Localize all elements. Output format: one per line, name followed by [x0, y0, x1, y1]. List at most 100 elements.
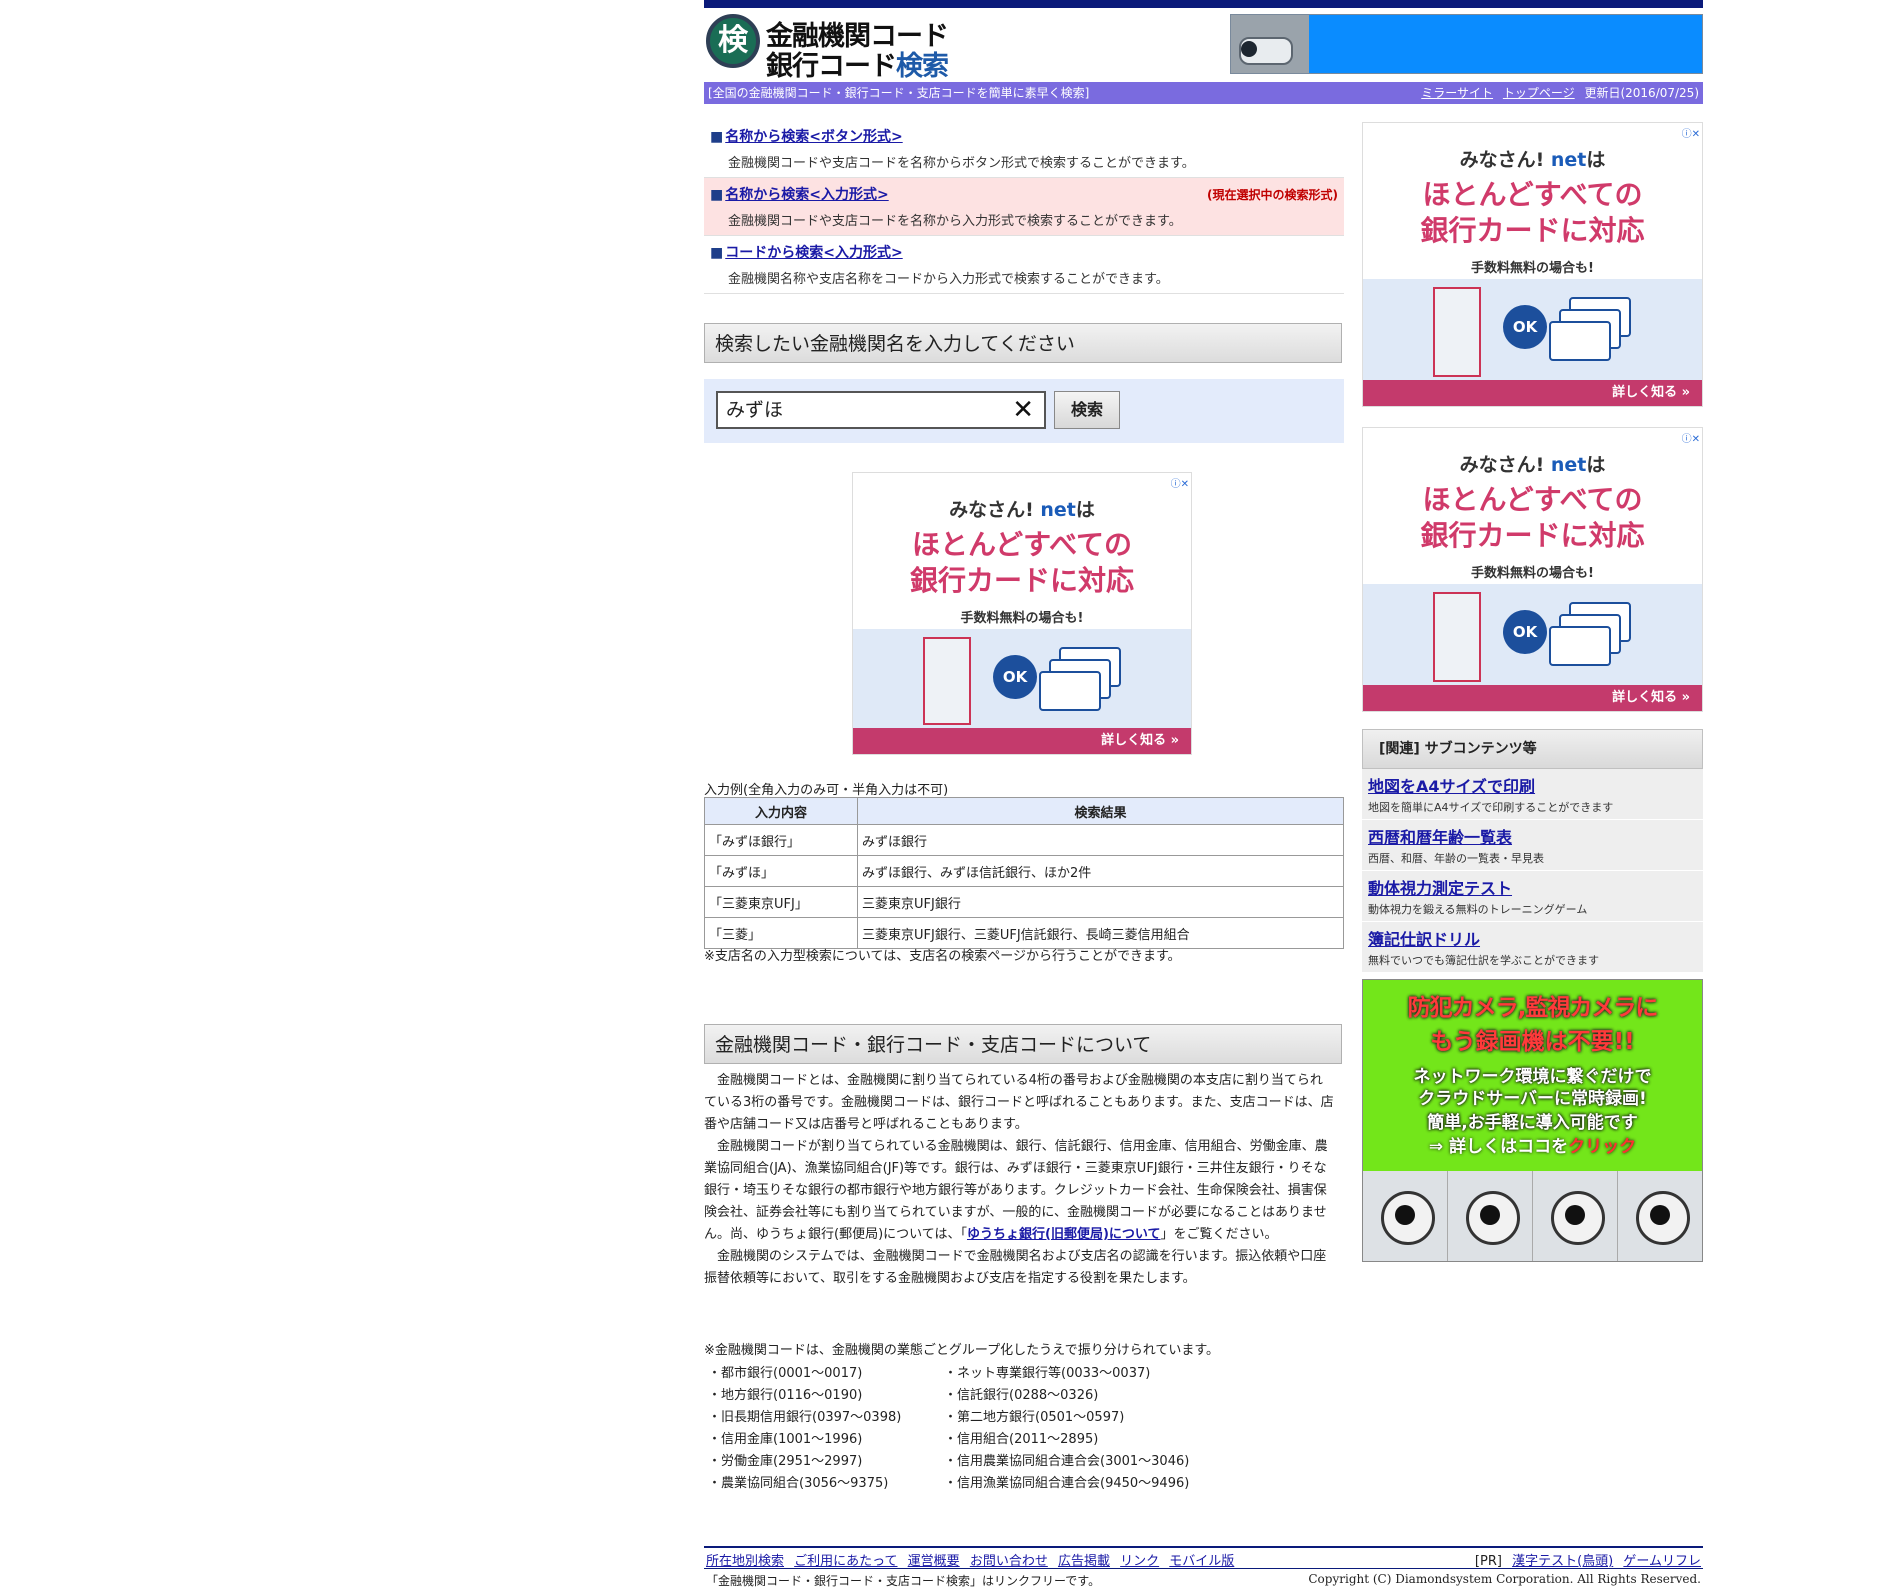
- list-item: ・労働金庫(2951〜2997): [708, 1454, 863, 1469]
- list-item: ・農業協同組合(3056〜9375): [708, 1476, 889, 1491]
- enet-ad-side-2[interactable]: ⓘ✕ みなさん! netは ほとんどすべての 銀行カードに対応 手数料無料の場合…: [1362, 427, 1703, 712]
- list-item: ・信託銀行(0288〜0326): [944, 1388, 1099, 1403]
- ad-cta[interactable]: 詳しく知る »: [1363, 380, 1702, 406]
- mode-desc: 金融機関コードや支店コードを名称から入力形式で検索することができます。: [728, 214, 1182, 229]
- camera-ad-headline2: もう録画機は不要!!: [1430, 1029, 1635, 1055]
- related-link-age[interactable]: 西暦和暦年齢一覧表: [1368, 828, 1512, 847]
- about-heading: 金融機関コード・銀行コード・支店コードについて: [704, 1024, 1342, 1064]
- camera-ad-click[interactable]: ⇒ 詳しくはココをクリック: [1363, 1132, 1702, 1157]
- logo-search-icon: 検: [706, 14, 760, 68]
- camera-photo: [1448, 1171, 1533, 1261]
- ad-small: 手数料無料の場合も!: [960, 611, 1084, 626]
- table-cell: 「みずほ銀行」: [704, 824, 858, 856]
- list-item: 西暦和暦年齢一覧表 西暦、和暦、年齢の一覧表・早見表: [1362, 820, 1703, 871]
- camera-image: [1231, 15, 1309, 73]
- table-cell: 「三菱」: [704, 917, 858, 949]
- footer-divider: [704, 1568, 1703, 1569]
- link-free-notice: 「金融機関コード・銀行コード・支店コード検索」はリンクフリーです。: [706, 1574, 1101, 1588]
- adchoices-icon[interactable]: ⓘ✕: [1682, 430, 1700, 445]
- ad-cta[interactable]: 詳しく知る »: [1363, 685, 1702, 711]
- search-input[interactable]: みずほ ✕: [716, 391, 1046, 429]
- footer-link-ads[interactable]: 広告掲載: [1058, 1554, 1110, 1569]
- footer-pr: [PR] 漢字テスト(鳥頭) ゲームリフレ: [1475, 1550, 1701, 1569]
- pr-link-kanji[interactable]: 漢字テスト(鳥頭): [1512, 1554, 1613, 1569]
- about-paragraph: 金融機関コードが割り当てられている金融機関は、銀行、信託銀行、信用金庫、信用組合…: [704, 1139, 1328, 1242]
- mode-code-search: ■ コードから検索<入力形式> 金融機関名称や支店名称をコードから入力形式で検索す…: [704, 236, 1344, 294]
- table-cell: 「みずほ」: [704, 855, 858, 887]
- top-page-link[interactable]: トップページ: [1503, 86, 1575, 100]
- enet-ad-side-1[interactable]: ⓘ✕ みなさん! netは ほとんどすべての 銀行カードに対応 手数料無料の場合…: [1362, 122, 1703, 407]
- adchoices-icon[interactable]: ⓘ✕: [1682, 125, 1700, 140]
- footer-link-about[interactable]: 運営概要: [908, 1554, 960, 1569]
- ad-small: 手数料無料の場合も!: [1471, 566, 1594, 581]
- search-button[interactable]: 検索: [1054, 391, 1120, 429]
- card-icon: [1039, 671, 1101, 711]
- mode-input-search: ■ 名称から検索<入力形式> (現在選択中の検索形式) 金融機関コードや支店コード…: [704, 178, 1344, 236]
- footer-link-contact[interactable]: お問い合わせ: [970, 1554, 1048, 1569]
- examples-table: 入力内容 検索結果 「みずほ銀行」 みずほ銀行 「みずほ」 みずほ銀行、みずほ信…: [704, 797, 1344, 949]
- table-cell: みずほ銀行、みずほ信託銀行、ほか2件: [857, 855, 1344, 887]
- about-paragraph: 金融機関のシステムでは、金融機関コードで金融機関名および支店名の認識を行います。…: [704, 1249, 1327, 1286]
- footer-link-location[interactable]: 所在地別検索: [706, 1554, 784, 1569]
- ad-line1a: みなさん!: [949, 499, 1034, 521]
- nav-bar: [全国の金融機関コード・銀行コード・支店コードを簡単に素早く検索] ミラーサイト…: [704, 82, 1703, 104]
- ad-brand: net: [1040, 499, 1076, 521]
- table-row: 「三菱東京UFJ」 三菱東京UFJ銀行: [704, 886, 1344, 918]
- pr-link-game[interactable]: ゲームリフレ: [1623, 1554, 1701, 1569]
- camera-photo: [1618, 1171, 1702, 1261]
- footer-links: 所在地別検索 ご利用にあたって 運営概要 お問い合わせ 広告掲載 リンク モバイ…: [706, 1550, 1240, 1569]
- mode-desc: 金融機関コードや支店コードを名称からボタン形式で検索することができます。: [728, 156, 1195, 171]
- list-item: ・信用組合(2011〜2895): [944, 1432, 1099, 1447]
- footer-divider: [704, 1546, 1703, 1548]
- enet-ad-center[interactable]: ⓘ✕ みなさん! netは ほとんどすべての 銀行カードに対応 手数料無料の場合…: [852, 472, 1192, 755]
- nav-links: ミラーサイト トップページ 更新日(2016/07/25): [1415, 82, 1699, 104]
- table-cell: みずほ銀行: [857, 824, 1344, 856]
- adchoices-icon[interactable]: ⓘ✕: [1171, 475, 1189, 490]
- related-desc: 無料でいつでも簿記仕訳を学ぶことができます: [1368, 954, 1599, 967]
- site-tagline: [全国の金融機関コード・銀行コード・支店コードを簡単に素早く検索]: [708, 86, 1090, 100]
- square-bullet-icon: ■: [710, 245, 724, 261]
- footer-link-terms[interactable]: ご利用にあたって: [794, 1554, 897, 1569]
- related-link-vision[interactable]: 動体視力測定テスト: [1368, 879, 1512, 898]
- ad-big-line1: ほとんどすべての: [1422, 483, 1643, 516]
- list-item: ・信用金庫(1001〜1996): [708, 1432, 863, 1447]
- related-link-map[interactable]: 地図をA4サイズで印刷: [1368, 777, 1535, 796]
- card-icon: [1549, 321, 1611, 361]
- ad-big-line2: 銀行カードに対応: [1420, 519, 1645, 552]
- header-banner-ad[interactable]: [1230, 14, 1703, 74]
- mode-button-search: ■ 名称から検索<ボタン形式> 金融機関コードや支店コードを名称からボタン形式で検…: [704, 120, 1344, 178]
- list-item: ・信用漁業協同組合連合会(9450〜9496): [944, 1476, 1190, 1491]
- pr-label: [PR]: [1474, 1554, 1502, 1569]
- list-item: 簿記仕訳ドリル 無料でいつでも簿記仕訳を学ぶことができます: [1362, 922, 1703, 973]
- updated-date: 更新日(2016/07/25): [1584, 86, 1699, 100]
- ok-icon: OK: [1503, 305, 1547, 349]
- mode-link-button[interactable]: 名称から検索<ボタン形式>: [725, 129, 902, 145]
- search-heading: 検索したい金融機関名を入力してください: [704, 323, 1342, 363]
- footer-link-links[interactable]: リンク: [1120, 1554, 1159, 1569]
- table-header-row: 入力内容 検索結果: [704, 797, 1344, 825]
- related-link-boki[interactable]: 簿記仕訳ドリル: [1368, 930, 1480, 949]
- camera-ad-line3: 簡単,お手軽に導入可能です: [1427, 1113, 1638, 1133]
- footer-link-mobile[interactable]: モバイル版: [1169, 1554, 1234, 1569]
- site-logo[interactable]: 検 金融機関コード 銀行コード検索: [704, 12, 974, 82]
- ad-big-line1: ほとんどすべての: [911, 528, 1133, 561]
- table-row: 「みずほ銀行」 みずほ銀行: [704, 824, 1344, 856]
- related-list: 地図をA4サイズで印刷 地図を簡単にA4サイズで印刷することができます 西暦和暦…: [1362, 769, 1703, 973]
- groups-col-left: ・都市銀行(0001〜0017) ・地方銀行(0116〜0190) ・旧長期信用…: [708, 1363, 901, 1495]
- square-bullet-icon: ■: [710, 187, 724, 203]
- ad-cta[interactable]: 詳しく知る »: [853, 728, 1191, 754]
- yucho-link[interactable]: ゆうちょ銀行(旧郵便局)について: [967, 1227, 1161, 1242]
- top-bar: [704, 0, 1703, 8]
- ok-icon: OK: [1503, 610, 1547, 654]
- square-bullet-icon: ■: [710, 129, 724, 145]
- mode-link-code[interactable]: コードから検索<入力形式>: [725, 245, 902, 261]
- clear-icon[interactable]: ✕: [1012, 393, 1034, 427]
- list-item: 動体視力測定テスト 動体視力を鍛える無料のトレーニングゲーム: [1362, 871, 1703, 922]
- mode-link-input[interactable]: 名称から検索<入力形式>: [725, 187, 888, 203]
- camera-ad[interactable]: 防犯カメラ,監視カメラに もう録画機は不要!! ネットワーク環境に繋ぐだけで ク…: [1362, 979, 1703, 1262]
- ok-icon: OK: [993, 655, 1037, 699]
- atm-icon: [1433, 287, 1481, 377]
- camera-photo: [1363, 1171, 1448, 1261]
- mirror-site-link[interactable]: ミラーサイト: [1421, 86, 1493, 100]
- ad-line1b: は: [1075, 499, 1095, 521]
